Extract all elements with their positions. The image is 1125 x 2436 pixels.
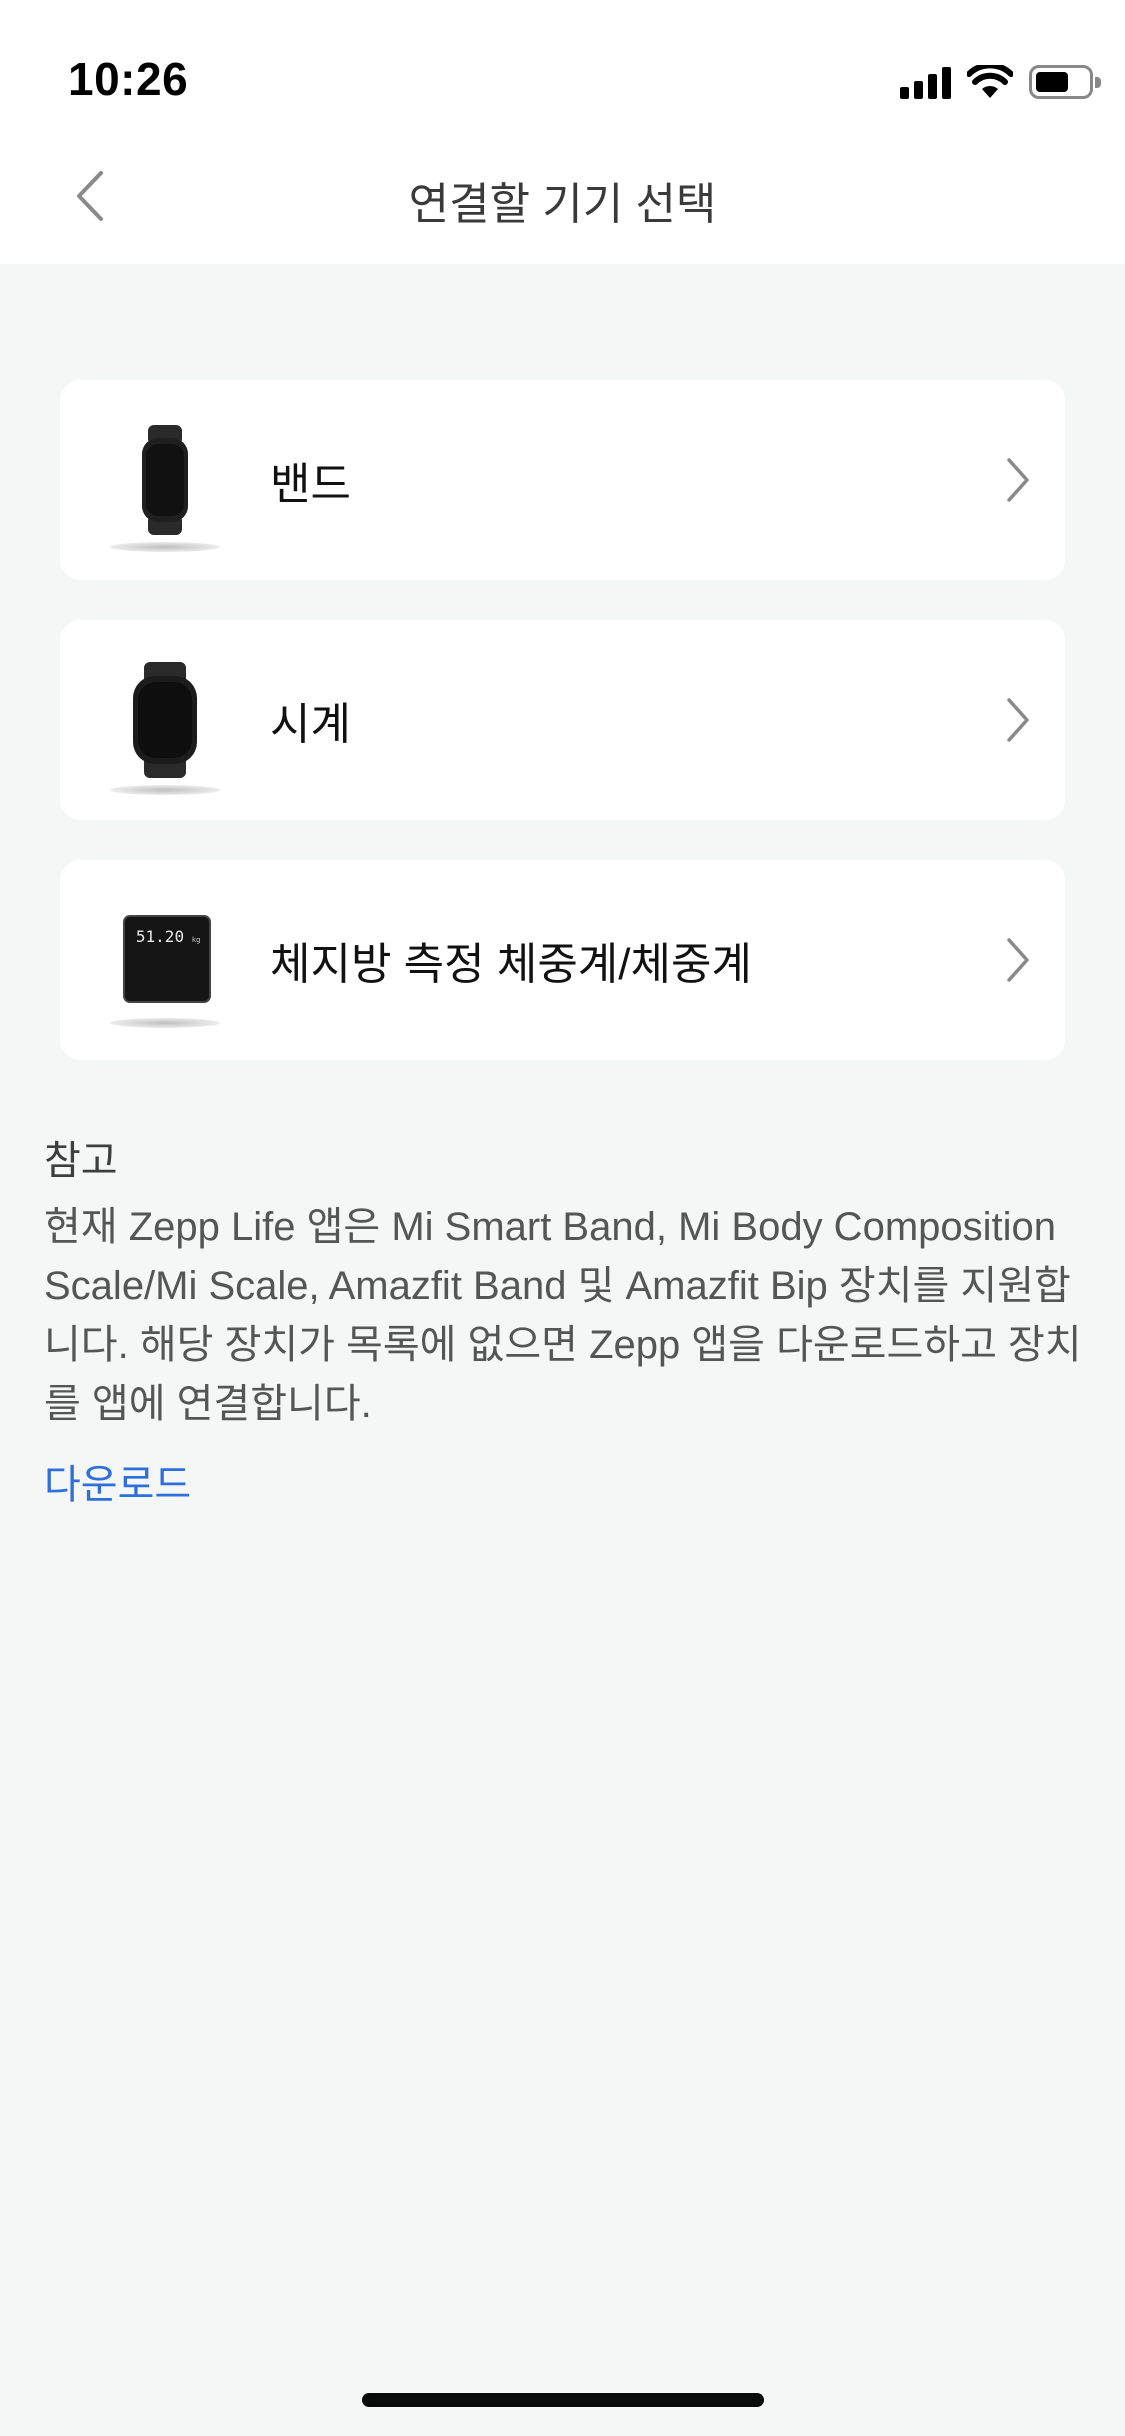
device-item-watch[interactable]: 시계 — [60, 620, 1065, 820]
home-indicator[interactable] — [362, 2393, 764, 2407]
signal-icon — [900, 65, 951, 99]
battery-icon — [1029, 65, 1101, 99]
note-body: 현재 Zepp Life 앱은 Mi Smart Band, Mi Body C… — [44, 1205, 1082, 1426]
svg-text:kg: kg — [192, 936, 201, 944]
chevron-right-icon — [1007, 458, 1029, 502]
wifi-icon — [967, 65, 1013, 98]
chevron-right-icon — [1007, 938, 1029, 982]
header-area: 10:26 연결할 기기 선택 — [0, 0, 1125, 264]
note-title: 참고 — [44, 1139, 118, 1183]
device-label-band: 밴드 — [270, 460, 351, 509]
chevron-right-icon — [1007, 698, 1029, 742]
device-label-scale: 체지방 측정 체중계/체중계 — [270, 940, 752, 989]
status-icons — [900, 60, 1101, 104]
download-link[interactable]: 다운로드 — [44, 1452, 191, 1510]
status-time: 10:26 — [68, 53, 189, 105]
device-select-screen: 10:26 연결할 기기 선택 밴드 시계 51.20 kg 체지방 측정 체중… — [0, 0, 1125, 2436]
band-icon — [60, 380, 270, 580]
page-title: 연결할 기기 선택 — [408, 180, 717, 229]
device-list: 밴드 시계 51.20 kg 체지방 측정 체중계/체중계 — [60, 380, 1065, 1100]
device-item-band[interactable]: 밴드 — [60, 380, 1065, 580]
watch-icon — [60, 620, 270, 820]
scale-icon: 51.20 kg — [60, 860, 270, 1060]
device-label-watch: 시계 — [270, 700, 351, 749]
scale-readout: 51.20 — [136, 927, 184, 946]
device-item-scale[interactable]: 51.20 kg 체지방 측정 체중계/체중계 — [60, 860, 1065, 1060]
